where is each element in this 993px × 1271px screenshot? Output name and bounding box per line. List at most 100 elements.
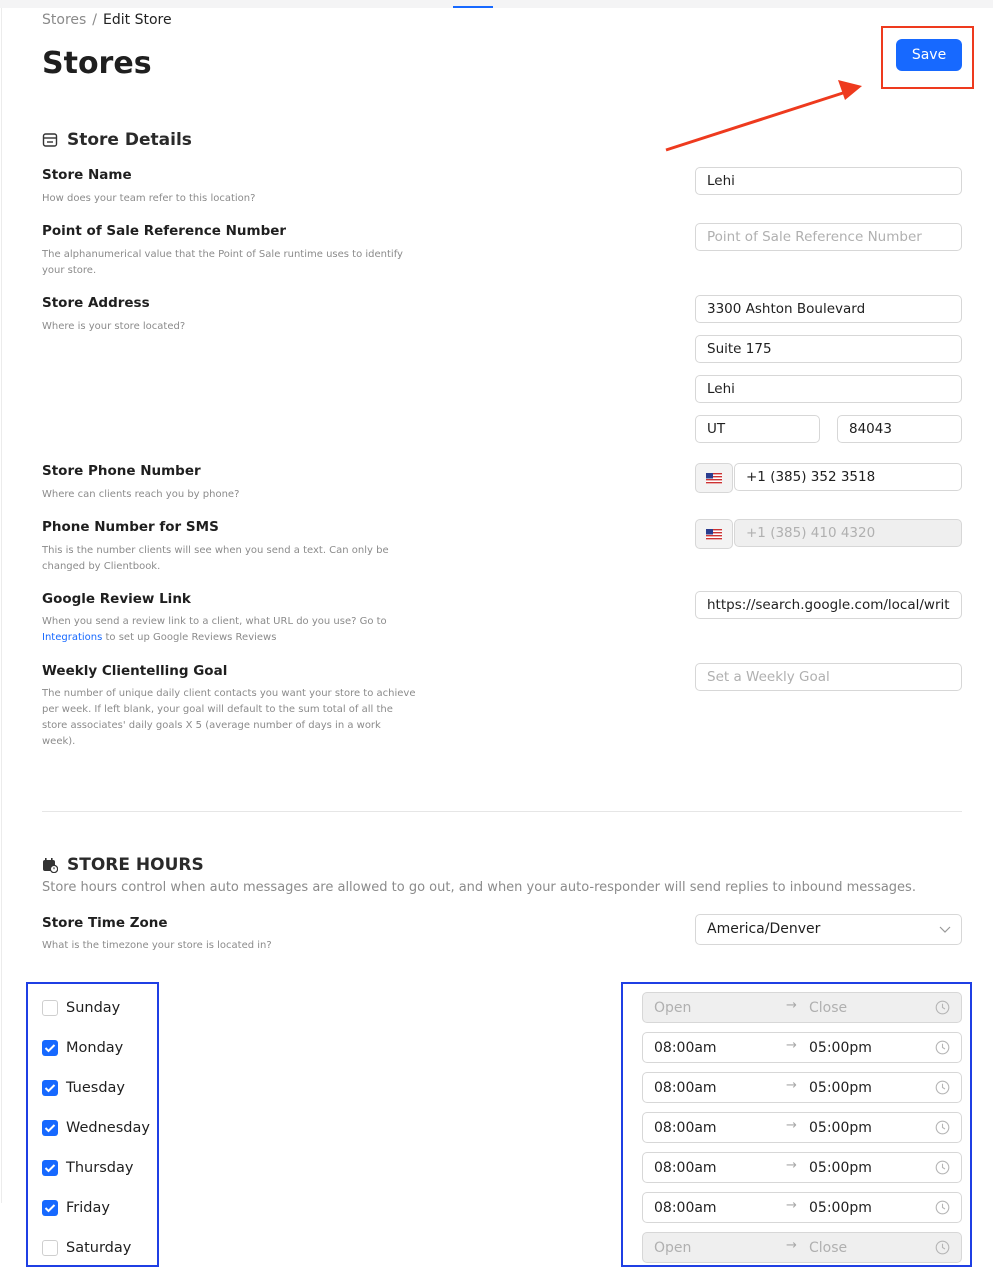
- integrations-link[interactable]: Integrations: [42, 632, 102, 643]
- close-time-input[interactable]: 05:00pm: [809, 1040, 872, 1056]
- hours-range-wednesday[interactable]: 08:00am → 05:00pm: [642, 1112, 962, 1143]
- checkmark-icon: [44, 1084, 56, 1093]
- hours-range-friday[interactable]: 08:00am → 05:00pm: [642, 1192, 962, 1223]
- country-flag-select[interactable]: [695, 463, 733, 493]
- hours-range-saturday: Open → Close: [642, 1232, 962, 1263]
- store-phone-desc: Where can clients reach you by phone?: [42, 489, 240, 500]
- open-time-input[interactable]: 08:00am: [654, 1200, 717, 1216]
- us-flag-icon: [706, 472, 722, 484]
- review-link-desc: When you send a review link to a client,…: [42, 614, 417, 646]
- store-icon: [42, 132, 58, 148]
- time-zone-label: Store Time Zone: [42, 915, 168, 931]
- weekly-goal-input[interactable]: Set a Weekly Goal: [695, 663, 962, 691]
- pos-ref-desc: The alphanumerical value that the Point …: [42, 249, 403, 276]
- day-checkbox[interactable]: [42, 1200, 58, 1216]
- arrow-right-icon: →: [786, 1078, 797, 1093]
- checkmark-icon: [44, 1044, 56, 1053]
- close-time-input: Close: [809, 1240, 848, 1256]
- day-monday[interactable]: Monday: [42, 1038, 123, 1058]
- arrow-right-icon: →: [786, 998, 797, 1013]
- time-zone-desc: What is the timezone your store is locat…: [42, 940, 272, 951]
- hours-range-thursday[interactable]: 08:00am → 05:00pm: [642, 1152, 962, 1183]
- arrow-right-icon: →: [786, 1038, 797, 1053]
- open-time-input[interactable]: 08:00am: [654, 1160, 717, 1176]
- review-link-desc-tail: to set up Google Reviews Reviews: [105, 632, 277, 643]
- day-saturday[interactable]: Saturday: [42, 1238, 131, 1258]
- chevron-down-icon: [939, 926, 951, 933]
- open-time-input[interactable]: 08:00am: [654, 1120, 717, 1136]
- section-divider: [42, 811, 962, 812]
- day-thursday[interactable]: Thursday: [42, 1158, 133, 1178]
- day-tuesday[interactable]: Tuesday: [42, 1078, 125, 1098]
- close-time-input[interactable]: 05:00pm: [809, 1080, 872, 1096]
- clock-icon: [935, 1200, 950, 1215]
- review-link-desc-text: When you send a review link to a client,…: [42, 616, 387, 627]
- arrow-right-icon: →: [786, 1158, 797, 1173]
- pos-ref-input[interactable]: Point of Sale Reference Number: [695, 223, 962, 251]
- pos-ref-label: Point of Sale Reference Number: [42, 223, 287, 239]
- open-time-input[interactable]: 08:00am: [654, 1040, 717, 1056]
- hours-range-tuesday[interactable]: 08:00am → 05:00pm: [642, 1072, 962, 1103]
- open-time-input[interactable]: 08:00am: [654, 1080, 717, 1096]
- address-state-input[interactable]: UT: [695, 415, 820, 443]
- day-label: Thursday: [66, 1160, 134, 1176]
- clock-icon: [935, 1160, 950, 1175]
- day-checkbox[interactable]: [42, 1160, 58, 1176]
- close-time-input[interactable]: 05:00pm: [809, 1120, 872, 1136]
- close-time-input[interactable]: 05:00pm: [809, 1200, 872, 1216]
- store-details-heading-text: Store Details: [67, 130, 192, 150]
- sms-country-flag: [695, 519, 733, 549]
- clock-icon: [935, 1040, 950, 1055]
- sms-phone-desc: This is the number clients will see when…: [42, 545, 389, 572]
- arrow-right-icon: →: [786, 1118, 797, 1133]
- checkmark-icon: [44, 1124, 56, 1133]
- day-label: Tuesday: [66, 1080, 125, 1096]
- hours-range-sunday: Open → Close: [642, 992, 962, 1023]
- calendar-clock-icon: [42, 857, 59, 874]
- us-flag-icon: [706, 528, 722, 540]
- day-checkbox[interactable]: [42, 1120, 58, 1136]
- arrow-right-icon: →: [786, 1238, 797, 1253]
- store-name-input[interactable]: Lehi: [695, 167, 962, 195]
- store-name-label: Store Name: [42, 167, 132, 183]
- hours-range-monday[interactable]: 08:00am → 05:00pm: [642, 1032, 962, 1063]
- store-address-desc: Where is your store located?: [42, 321, 186, 332]
- day-wednesday[interactable]: Wednesday: [42, 1118, 150, 1138]
- sms-phone-label: Phone Number for SMS: [42, 519, 219, 535]
- day-friday[interactable]: Friday: [42, 1198, 110, 1218]
- store-hours-heading: STORE HOURS: [42, 855, 204, 875]
- sidebar-divider: [1, 8, 2, 1203]
- day-checkbox[interactable]: [42, 1000, 58, 1016]
- day-label: Monday: [66, 1040, 124, 1056]
- address-line1-input[interactable]: 3300 Ashton Boulevard: [695, 295, 962, 323]
- review-link-input[interactable]: https://search.google.com/local/writ: [695, 591, 962, 619]
- day-checkbox[interactable]: [42, 1080, 58, 1096]
- open-time-input: Open: [654, 1000, 692, 1016]
- review-link-label: Google Review Link: [42, 591, 191, 607]
- day-label: Sunday: [66, 1000, 121, 1016]
- store-hours-heading-text: STORE HOURS: [67, 855, 204, 875]
- day-checkbox[interactable]: [42, 1240, 58, 1256]
- time-zone-select[interactable]: America/Denver: [695, 914, 962, 945]
- checkmark-icon: [44, 1204, 56, 1213]
- store-name-desc: How does your team refer to this locatio…: [42, 193, 256, 204]
- day-sunday[interactable]: Sunday: [42, 998, 120, 1018]
- close-time-input[interactable]: 05:00pm: [809, 1160, 872, 1176]
- address-city-input[interactable]: Lehi: [695, 375, 962, 403]
- checkmark-icon: [44, 1164, 56, 1173]
- day-label: Friday: [66, 1200, 110, 1216]
- store-hours-desc: Store hours control when auto messages a…: [42, 880, 916, 895]
- arrow-right-icon: →: [786, 1198, 797, 1213]
- clock-icon: [935, 1000, 950, 1015]
- weekly-goal-desc: The number of unique daily client contac…: [42, 688, 416, 747]
- clock-icon: [935, 1240, 950, 1255]
- day-label: Saturday: [66, 1240, 132, 1256]
- day-checkbox[interactable]: [42, 1040, 58, 1056]
- open-time-input: Open: [654, 1240, 692, 1256]
- address-line2-input[interactable]: Suite 175: [695, 335, 962, 363]
- address-zip-input[interactable]: 84043: [837, 415, 962, 443]
- store-details-heading: Store Details: [42, 130, 192, 150]
- store-phone-label: Store Phone Number: [42, 463, 201, 479]
- sms-phone-input: +1 (385) 410 4320: [734, 519, 962, 547]
- store-phone-input[interactable]: +1 (385) 352 3518: [734, 463, 962, 491]
